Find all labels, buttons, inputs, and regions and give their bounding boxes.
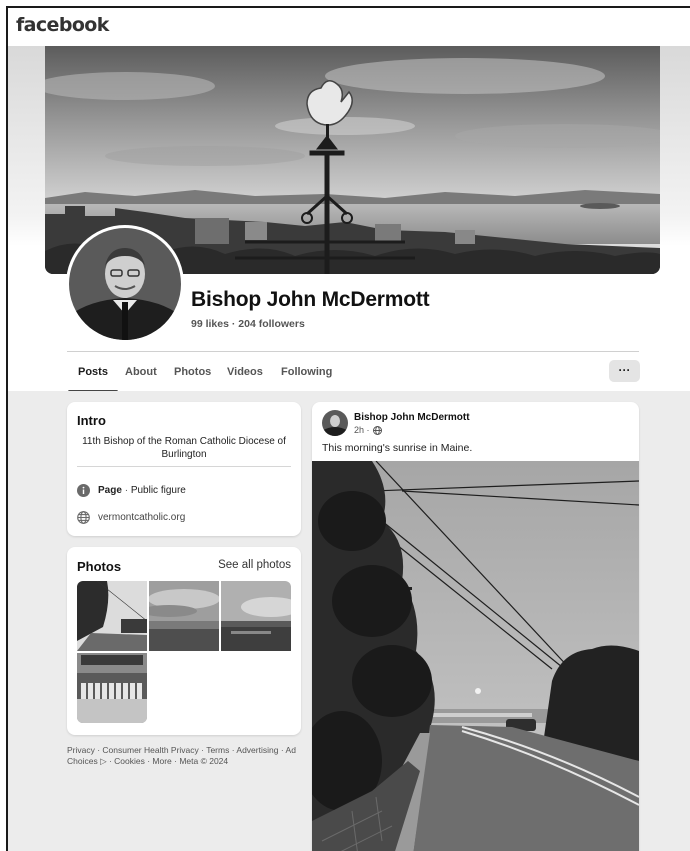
tab-videos[interactable]: Videos (227, 352, 263, 392)
intro-divider (77, 466, 291, 467)
top-bar: facebook (8, 8, 690, 46)
photo-thumbnail-road[interactable] (77, 581, 147, 651)
tab-photos[interactable]: Photos (174, 352, 211, 392)
browser-frame: facebook Bishop John McDermott 99 likes … (6, 6, 690, 851)
profile-tabs: Posts About Photos Videos Following (67, 352, 639, 393)
post-card: Bishop John McDermott 2h · This morning'… (312, 402, 639, 851)
tab-about[interactable]: About (125, 352, 157, 392)
post-text: This morning's sunrise in Maine. (322, 442, 473, 454)
photo-thumbnail-harbor[interactable] (221, 581, 291, 651)
post-timestamp[interactable]: 2h · (354, 425, 370, 435)
profile-avatar[interactable] (66, 225, 184, 343)
photo-thumbnail-group[interactable] (77, 653, 147, 723)
globe-icon (372, 425, 382, 435)
post-photo-image (312, 461, 639, 851)
intro-page-label: Page (98, 484, 122, 496)
page-title: Bishop John McDermott (191, 288, 430, 311)
footer-links[interactable]: Privacy · Consumer Health Privacy · Term… (67, 745, 301, 767)
profile-portrait-image (69, 228, 181, 340)
post-photo[interactable] (312, 461, 639, 851)
profile-stats[interactable]: 99 likes · 204 followers (191, 318, 305, 330)
intro-website[interactable]: vermontcatholic.org (77, 509, 185, 525)
see-all-photos-link[interactable]: See all photos (218, 559, 291, 571)
intro-page-category: Page · Public figure (77, 482, 186, 498)
more-options-button[interactable]: ··· (609, 360, 640, 382)
post-meta: 2h · (354, 425, 382, 435)
intro-card: Intro 11th Bishop of the Roman Catholic … (67, 402, 301, 536)
facebook-logo[interactable]: facebook (16, 14, 109, 36)
photo-thumbnail-beach[interactable] (149, 581, 219, 651)
intro-page-category-text: Public figure (130, 484, 186, 496)
globe-icon (77, 510, 90, 524)
photos-card: Photos See all photos (67, 547, 301, 735)
photos-title: Photos (77, 559, 122, 574)
intro-title: Intro (77, 413, 106, 428)
info-icon (77, 483, 90, 497)
intro-bio: 11th Bishop of the Roman Catholic Dioces… (82, 436, 286, 460)
website-link[interactable]: vermontcatholic.org (98, 512, 185, 523)
tab-following[interactable]: Following (281, 352, 332, 392)
tab-posts[interactable]: Posts (68, 352, 118, 393)
intro-page-separator: · (124, 484, 129, 496)
post-author-name[interactable]: Bishop John McDermott (354, 412, 470, 423)
post-author-avatar[interactable] (322, 410, 348, 436)
